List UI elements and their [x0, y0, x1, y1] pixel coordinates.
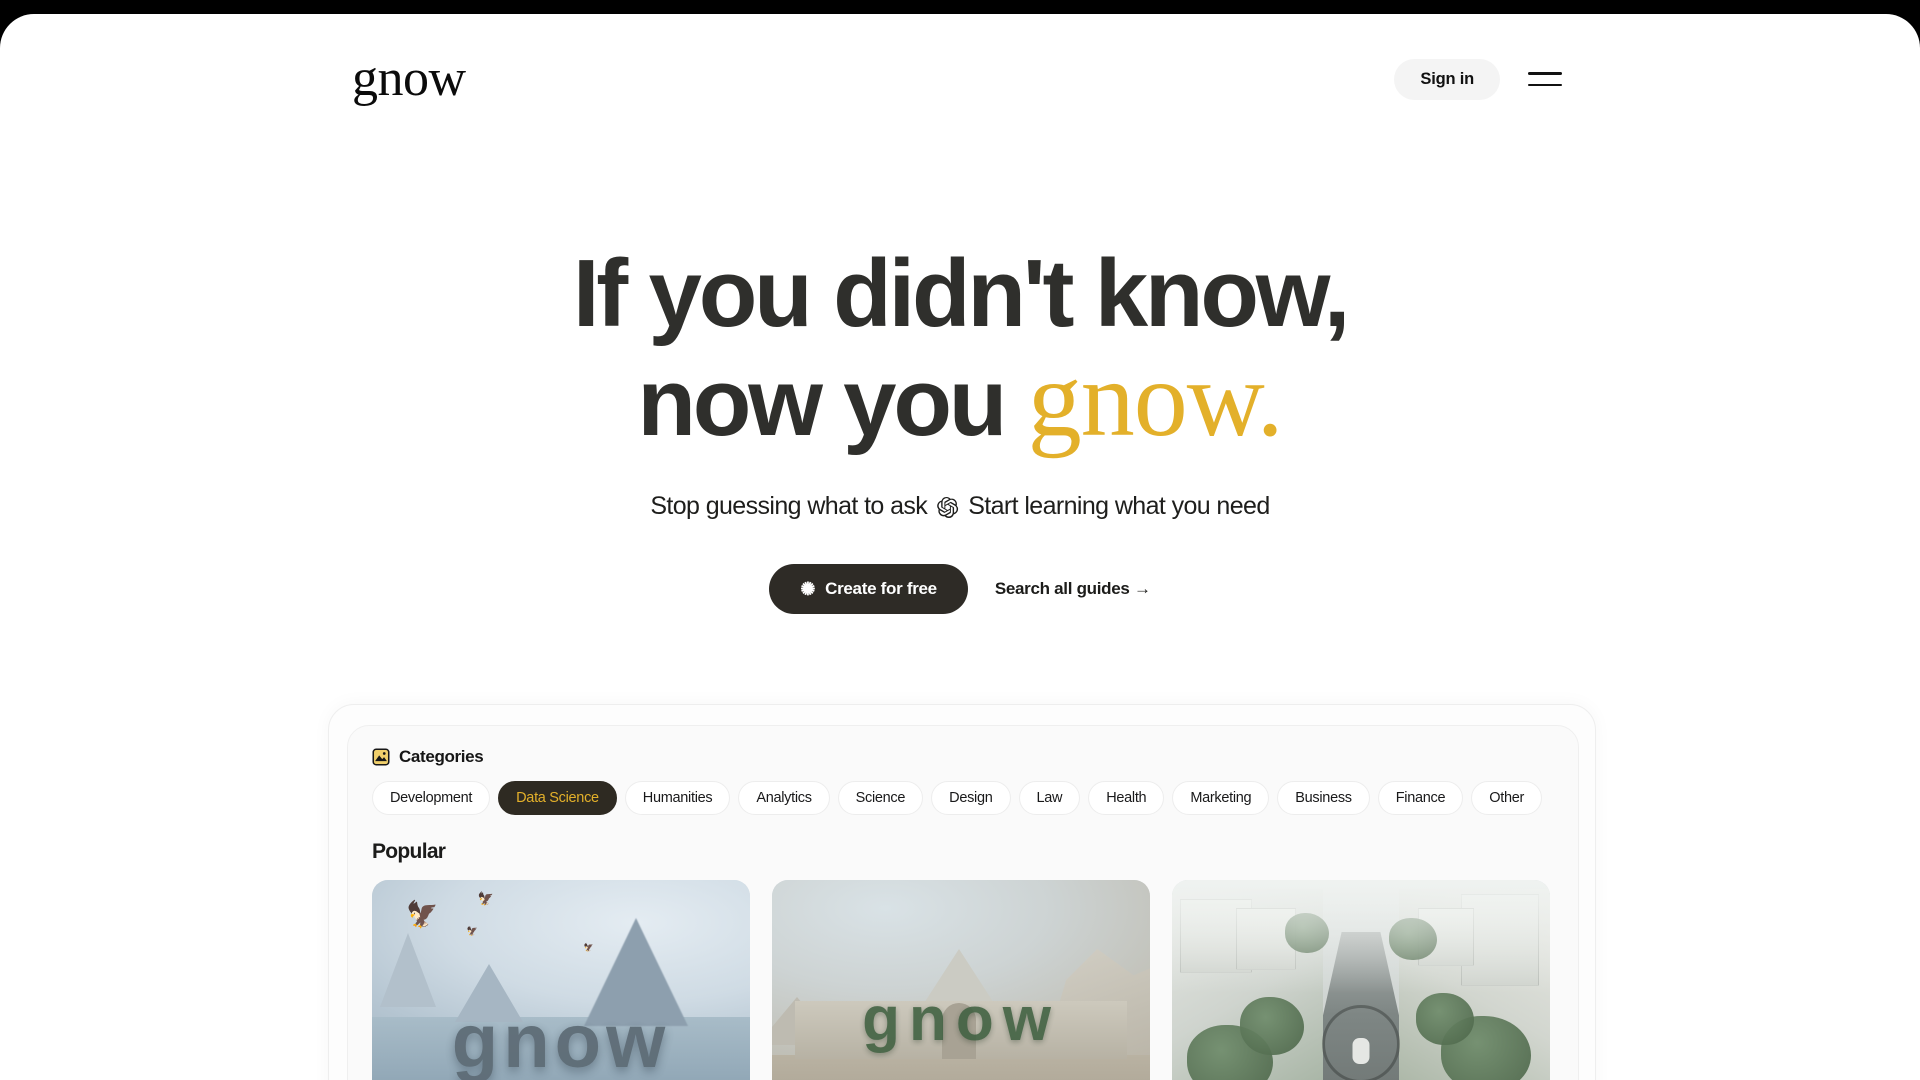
category-chip-humanities[interactable]: Humanities [624, 781, 731, 815]
art-hedge [1416, 993, 1475, 1046]
subtitle-text-after: Start learning what you need [968, 492, 1270, 521]
category-chip-development[interactable]: Development [372, 781, 491, 815]
site-header: gnow Sign in [0, 14, 1920, 144]
openai-logo-icon [936, 496, 959, 519]
create-for-free-label: Create for free [825, 579, 937, 599]
bird-icon: 🦅 [466, 926, 478, 937]
browse-panel-outer: Categories Development Data Science Humani… [328, 704, 1596, 1080]
bird-icon: 🦅 [477, 890, 495, 906]
category-chip-business[interactable]: Business [1277, 781, 1370, 815]
browse-panel-inner: Categories Development Data Science Humani… [347, 725, 1579, 1080]
page-title: If you didn't know, now you gnow. [0, 244, 1920, 456]
menu-bar-bottom [1528, 83, 1562, 86]
image-category-icon [372, 748, 390, 766]
guide-card[interactable] [1172, 880, 1550, 1080]
brand-logo[interactable]: gnow [352, 53, 466, 105]
hero-subtitle: Stop guessing what to ask Start learning… [0, 492, 1920, 521]
bird-icon: 🦅 [583, 942, 594, 952]
header-actions: Sign in [1394, 58, 1568, 100]
art-peak-left [379, 933, 436, 1008]
guide-card[interactable]: 🦅 🦅 🦅 🦅 gnow expert [372, 880, 750, 1080]
card-artwork [1172, 880, 1550, 1080]
categories-header: Categories [372, 747, 1554, 767]
sign-in-button[interactable]: Sign in [1394, 58, 1500, 100]
card-artwork: 🦅 🦅 🦅 🦅 gnow [372, 880, 750, 1080]
category-chip-data-science[interactable]: Data Science [498, 781, 617, 815]
card-art-word: gnow [862, 984, 1060, 1054]
category-chip-science[interactable]: Science [837, 781, 924, 815]
card-art-word: gnow [451, 999, 671, 1080]
categories-label: Categories [399, 747, 484, 766]
guide-card[interactable]: gnow [772, 880, 1150, 1080]
category-chip-marketing[interactable]: Marketing [1172, 781, 1270, 815]
category-chip-analytics[interactable]: Analytics [738, 781, 830, 815]
hero-cta-row: ✺ Create for free Search all guides → [0, 564, 1920, 615]
subtitle-text-before: Stop guessing what to ask [650, 492, 928, 521]
headline-line-2-prefix: now you [637, 348, 1028, 456]
headline-line-1: If you didn't know, [572, 240, 1351, 347]
guide-card-grid: 🦅 🦅 🦅 🦅 gnow expert [372, 880, 1554, 1080]
art-haze [1172, 880, 1550, 994]
popular-heading: Popular [372, 840, 446, 863]
search-all-guides-link[interactable]: Search all guides → [995, 579, 1151, 599]
menu-bar-top [1528, 72, 1562, 75]
card-artwork: gnow [772, 880, 1150, 1080]
category-chip-health[interactable]: Health [1088, 781, 1165, 815]
sparkle-icon: ✺ [800, 579, 816, 600]
bird-icon: 🦅 [406, 899, 439, 930]
category-chip-finance[interactable]: Finance [1377, 781, 1464, 815]
art-hedge [1240, 996, 1305, 1055]
category-chip-row: Development Data Science Humanities Analyti… [372, 781, 1554, 815]
hamburger-menu-icon[interactable] [1528, 62, 1568, 96]
headline-accent-gnow: gnow. [1027, 339, 1284, 459]
device-frame: gnow Sign in If you didn't know, now you… [0, 0, 1920, 1080]
category-chip-other[interactable]: Other [1471, 781, 1542, 815]
create-for-free-button[interactable]: ✺ Create for free [769, 564, 968, 615]
page-surface: gnow Sign in If you didn't know, now you… [0, 14, 1920, 1080]
category-chip-law[interactable]: Law [1018, 781, 1081, 815]
category-chip-design[interactable]: Design [931, 781, 1011, 815]
hero-section: If you didn't know, now you gnow. Stop g… [0, 244, 1920, 615]
art-rotary-core [1352, 1038, 1370, 1065]
